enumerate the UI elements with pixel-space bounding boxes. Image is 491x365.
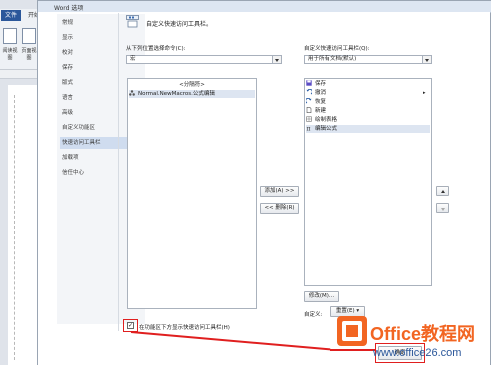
customize-for-dropdown[interactable]: 用于所有文档(默认) <box>304 55 432 64</box>
print-layout-label: 页面视图 <box>21 48 37 61</box>
chevron-down-icon <box>272 56 281 63</box>
svg-text:www.office26.com: www.office26.com <box>372 347 461 359</box>
list-item[interactable]: π 编辑公式 <box>306 125 430 133</box>
move-down-button[interactable] <box>436 203 449 213</box>
read-mode-icon <box>3 28 17 44</box>
svg-text:Office教程网: Office教程网 <box>370 323 475 344</box>
new-icon <box>306 107 312 113</box>
list-item[interactable]: 恢复 <box>306 98 430 106</box>
choose-from-value: 宏 <box>130 56 136 62</box>
formula-icon: π <box>307 125 311 131</box>
undo-icon <box>306 89 312 95</box>
customize-for-value: 用于所有文档(默认) <box>308 56 357 62</box>
print-layout-icon <box>22 28 36 44</box>
nav-item-display[interactable]: 显示 <box>60 32 142 44</box>
list-item[interactable]: Normal.NewMacros.公式编辑 <box>129 90 255 98</box>
list-item[interactable]: 保存 <box>306 80 430 88</box>
modify-button[interactable]: 修改(M)... <box>304 291 339 302</box>
show-below-ribbon-label: 在功能区下方显示快速访问工具栏(H) <box>139 325 230 331</box>
choose-from-label: 从下列位置选择命令(C): <box>126 46 186 52</box>
choose-from-dropdown[interactable]: 宏 <box>126 55 282 64</box>
move-up-button[interactable] <box>436 186 449 196</box>
draw-table-icon <box>306 116 312 122</box>
remove-button[interactable]: << 删除(R) <box>260 203 299 214</box>
list-item[interactable]: <分隔符> <box>129 81 255 89</box>
quick-access-toolbar-icon <box>126 15 139 28</box>
redo-icon <box>306 98 312 104</box>
panel-title: 自定义快速访问工具栏。 <box>146 21 213 28</box>
svg-text:π: π <box>307 125 311 131</box>
arrow-up-icon <box>441 190 445 193</box>
toolbar-commands-list[interactable]: 保存 撤消 ▸ 恢复 新建 绘制表格 π 编辑公式 <box>304 78 432 286</box>
chevron-right-icon: ▸ <box>423 90 426 96</box>
office26-watermark-logo: Office教程网 www.office26.com <box>337 316 475 359</box>
list-item[interactable]: 新建 <box>306 107 430 115</box>
chevron-down-icon <box>422 56 431 63</box>
macro-icon <box>129 90 135 96</box>
file-tab[interactable]: 文件 <box>1 10 21 21</box>
text-boundary <box>14 95 18 360</box>
dialog-title: Word 选项 <box>54 5 84 12</box>
save-icon <box>306 80 312 86</box>
nav-divider <box>118 13 119 331</box>
print-layout-button[interactable]: 页面视图 <box>21 28 37 64</box>
read-mode-label: 阅读视图 <box>2 48 18 61</box>
list-item[interactable]: 绘制表格 <box>306 116 430 124</box>
read-mode-button[interactable]: 阅读视图 <box>2 28 18 64</box>
customize-for-label: 自定义快速访问工具栏(Q): <box>304 46 370 52</box>
list-item[interactable]: 撤消 ▸ <box>306 89 430 97</box>
arrow-down-icon <box>441 207 445 211</box>
customize-label: 自定义: <box>304 312 323 318</box>
available-commands-list[interactable]: <分隔符> Normal.NewMacros.公式编辑 <box>127 78 257 309</box>
add-button[interactable]: 添加(A) >> <box>260 186 299 197</box>
